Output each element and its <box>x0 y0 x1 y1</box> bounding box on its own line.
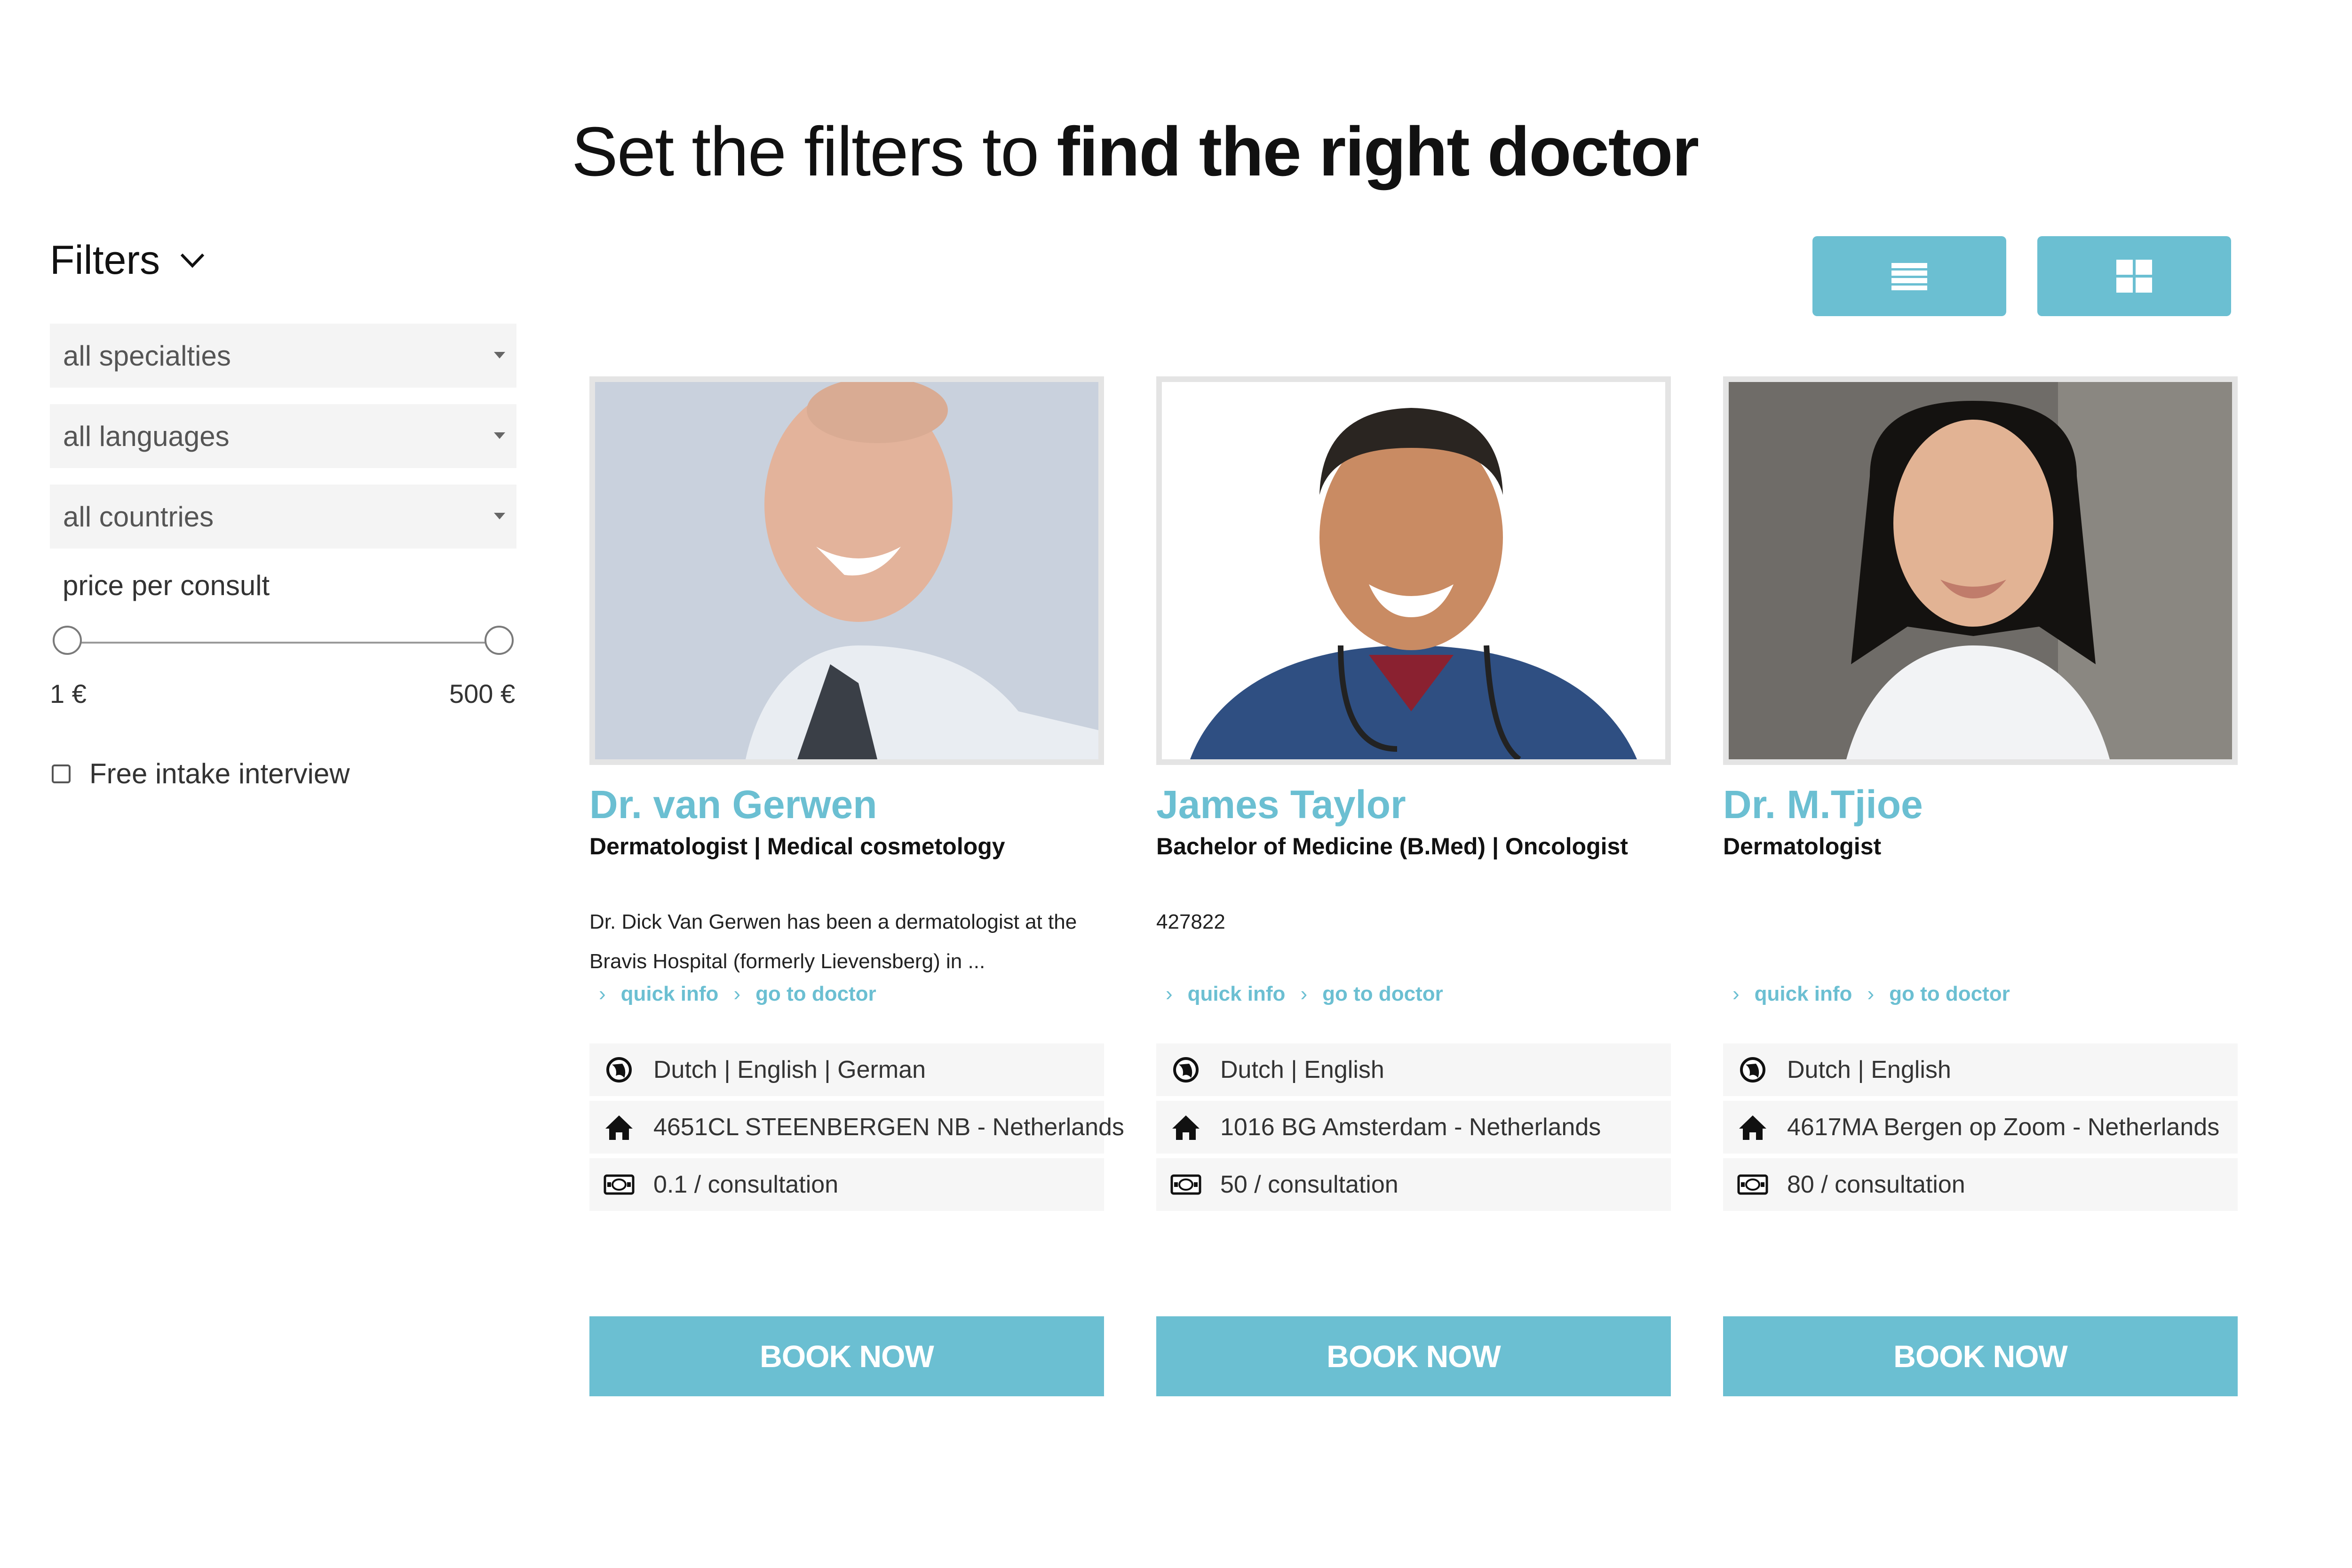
free-intake-checkbox[interactable] <box>52 764 71 783</box>
list-view-button[interactable] <box>1812 236 2006 316</box>
chevron-right-icon: › <box>1300 982 1308 1005</box>
language-select[interactable]: all languages <box>50 404 516 468</box>
doctor-photo[interactable] <box>589 376 1104 765</box>
quick-info-link[interactable]: quick info <box>1755 982 1852 1006</box>
filters-toggle[interactable]: Filters <box>50 234 206 286</box>
price-slider-track[interactable] <box>67 642 499 644</box>
price-row: 50 / consultation <box>1156 1158 1671 1211</box>
doctor-price: 80 / consultation <box>1787 1171 1965 1198</box>
card-links: › quick info › go to doctor <box>1166 982 1443 1006</box>
doctor-specialties: Dermatologist | Medical cosmetology <box>589 833 1005 860</box>
country-select-value: all countries <box>63 501 214 533</box>
globe-icon <box>1173 1057 1199 1082</box>
list-view-icon <box>1891 263 1927 290</box>
price-slider-max-handle[interactable] <box>485 626 514 655</box>
doctor-portrait-image <box>1162 382 1665 759</box>
go-to-doctor-link[interactable]: go to doctor <box>1322 982 1443 1006</box>
money-icon <box>604 1174 635 1195</box>
doctor-name[interactable]: James Taylor <box>1156 782 1406 828</box>
address-row: 4617MA Bergen op Zoom - Netherlands <box>1723 1101 2238 1154</box>
doctor-photo[interactable] <box>1723 376 2238 765</box>
doctor-photo[interactable] <box>1156 376 1671 765</box>
doctor-portrait-image <box>1729 382 2232 759</box>
grid-view-icon <box>2116 260 2152 293</box>
home-icon <box>605 1115 633 1140</box>
price-row: 80 / consultation <box>1723 1158 2238 1211</box>
price-min-value: 1 € <box>50 679 87 708</box>
doctor-name[interactable]: Dr. M.Tjioe <box>1723 782 1923 828</box>
card-links: › quick info › go to doctor <box>1732 982 2010 1006</box>
home-icon <box>1172 1115 1200 1140</box>
money-icon <box>1737 1174 1768 1195</box>
doctor-price: 0.1 / consultation <box>653 1171 839 1198</box>
doctor-address: 4617MA Bergen op Zoom - Netherlands <box>1787 1114 2220 1141</box>
price-row: 0.1 / consultation <box>589 1158 1104 1211</box>
chevron-down-icon <box>180 253 205 268</box>
caret-down-icon <box>494 352 505 358</box>
filters-heading: Filters <box>50 237 160 283</box>
language-select-value: all languages <box>63 420 230 452</box>
home-icon <box>1739 1115 1766 1140</box>
address-row: 1016 BG Amsterdam - Netherlands <box>1156 1101 1671 1154</box>
quick-info-link[interactable]: quick info <box>621 982 719 1006</box>
page-title-bold: find the right doctor <box>1057 113 1699 191</box>
go-to-doctor-link[interactable]: go to doctor <box>755 982 876 1006</box>
languages-row: Dutch | English <box>1723 1043 2238 1096</box>
doctor-specialties: Dermatologist <box>1723 833 1882 860</box>
book-now-button[interactable]: BOOK NOW <box>589 1316 1104 1396</box>
price-slider-min-handle[interactable] <box>53 626 82 655</box>
quick-info-link[interactable]: quick info <box>1188 982 1286 1006</box>
page-title-plain: Set the filters to <box>572 113 1039 191</box>
chevron-right-icon: › <box>1166 982 1173 1005</box>
doctor-address: 4651CL STEENBERGEN NB - Netherlands <box>653 1114 1124 1141</box>
doctor-address: 1016 BG Amsterdam - Netherlands <box>1220 1114 1601 1141</box>
doctor-specialties: Bachelor of Medicine (B.Med) | Oncologis… <box>1156 833 1628 860</box>
doctor-description: Dr. Dick Van Gerwen has been a dermatolo… <box>589 910 1077 973</box>
chevron-right-icon: › <box>599 982 606 1005</box>
caret-down-icon <box>494 513 505 519</box>
grid-view-button[interactable] <box>2037 236 2231 316</box>
languages-row: Dutch | English <box>1156 1043 1671 1096</box>
doctor-languages: Dutch | English <box>1787 1056 1951 1083</box>
book-now-button[interactable]: BOOK NOW <box>1156 1316 1671 1396</box>
doctor-languages: Dutch | English | German <box>653 1056 926 1083</box>
book-now-button[interactable]: BOOK NOW <box>1723 1316 2238 1396</box>
globe-icon <box>1740 1057 1765 1082</box>
languages-row: Dutch | English | German <box>589 1043 1104 1096</box>
doctor-description: 427822 <box>1156 910 1225 933</box>
globe-icon <box>606 1057 632 1082</box>
doctor-card: James Taylor Bachelor of Medicine (B.Med… <box>1156 376 1671 1396</box>
doctor-name[interactable]: Dr. van Gerwen <box>589 782 877 828</box>
go-to-doctor-link[interactable]: go to doctor <box>1889 982 2010 1006</box>
page-title: Set the filters to find the right doctor <box>572 112 1699 192</box>
chevron-right-icon: › <box>733 982 741 1005</box>
chevron-right-icon: › <box>1732 982 1740 1005</box>
free-intake-label[interactable]: Free intake interview <box>89 757 350 790</box>
country-select[interactable]: all countries <box>50 485 516 549</box>
money-icon <box>1170 1174 1201 1195</box>
address-row: 4651CL STEENBERGEN NB - Netherlands <box>589 1101 1124 1154</box>
doctor-languages: Dutch | English <box>1220 1056 1384 1083</box>
price-label: price per consult <box>63 570 270 601</box>
chevron-right-icon: › <box>1867 982 1875 1005</box>
price-max-value: 500 € <box>449 679 516 708</box>
card-links: › quick info › go to doctor <box>599 982 876 1006</box>
specialty-select-value: all specialties <box>63 340 231 372</box>
doctor-card: Dr. van Gerwen Dermatologist | Medical c… <box>589 376 1124 1396</box>
caret-down-icon <box>494 432 505 439</box>
doctor-price: 50 / consultation <box>1220 1171 1398 1198</box>
doctor-portrait-image <box>595 382 1098 759</box>
specialty-select[interactable]: all specialties <box>50 324 516 388</box>
doctor-card: Dr. M.Tjioe Dermatologist › quick info ›… <box>1723 376 2238 1396</box>
